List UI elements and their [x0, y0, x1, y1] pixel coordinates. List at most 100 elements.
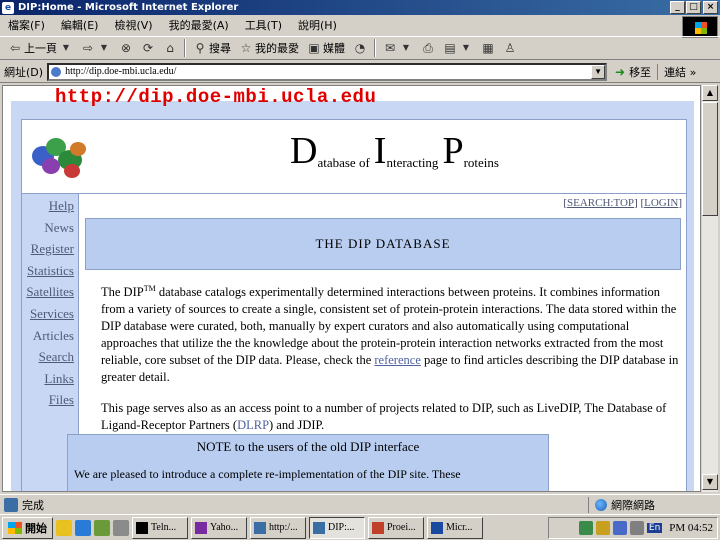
mail-icon: ✉	[384, 41, 396, 55]
window-title: DIP:Home - Microsoft Internet Explorer	[18, 2, 239, 13]
menu-edit[interactable]: 編輯(E)	[53, 17, 107, 33]
home-button[interactable]: ⌂	[159, 38, 181, 58]
quicklaunch-desktop-icon[interactable]	[113, 519, 129, 536]
minimize-button[interactable]: _	[670, 1, 685, 14]
url-annotation: http://dip.doe-mbi.ucla.edu	[55, 86, 377, 108]
menu-file[interactable]: 檔案(F)	[0, 17, 53, 33]
quicklaunch-explorer-icon[interactable]	[56, 519, 72, 536]
edit-page-icon: ▤	[444, 41, 456, 55]
close-button[interactable]: ×	[703, 1, 718, 14]
history-button[interactable]: ◔	[349, 38, 371, 58]
menu-help[interactable]: 說明(H)	[290, 17, 345, 33]
scrollbar-thumb[interactable]	[702, 102, 718, 216]
media-button[interactable]: ▣ 媒體	[303, 38, 349, 58]
media-label: 媒體	[323, 42, 345, 55]
chevron-up-icon: ▲	[706, 88, 714, 97]
quicklaunch-ie-icon[interactable]	[75, 519, 91, 536]
vertical-scrollbar[interactable]: ▲ ▼	[701, 85, 718, 492]
search-button[interactable]: ⚲ 搜尋	[189, 38, 235, 58]
start-label: 開始	[25, 521, 47, 535]
word-icon	[431, 521, 443, 534]
nav-news-link[interactable]: News	[44, 220, 74, 236]
task-microsoft[interactable]: Micr...	[427, 516, 483, 539]
desktop: e DIP:Home - Microsoft Internet Explorer…	[0, 0, 720, 540]
menu-view[interactable]: 檢視(V)	[106, 17, 160, 33]
ie-icon	[313, 521, 325, 534]
note-text: We are pleased to introduce a complete r…	[74, 467, 461, 481]
dip-database-banner: THE DIP DATABASE	[85, 218, 681, 270]
reference-link[interactable]: reference	[374, 353, 420, 367]
stop-button[interactable]: ⊗	[115, 38, 137, 58]
browser-viewport[interactable]: http://dip.doe-mbi.ucla.edu D atabase of…	[2, 85, 701, 492]
nav-articles-link[interactable]: Articles	[33, 328, 74, 344]
site-title: D atabase of I nteracting P roteins	[290, 130, 499, 172]
refresh-icon: ⟳	[142, 41, 154, 55]
search-top-link[interactable]: SEARCH:TOP	[567, 197, 634, 209]
menu-bar: 檔案(F) 編輯(E) 檢視(V) 我的最愛(A) 工具(T) 說明(H)	[0, 15, 720, 34]
volume-icon[interactable]	[595, 521, 610, 535]
address-input[interactable]: http://dip.doe-mbi.ucla.edu/ ▼	[47, 62, 608, 81]
window-title-bar[interactable]: e DIP:Home - Microsoft Internet Explorer…	[0, 0, 720, 15]
search-icon: ⚲	[195, 41, 205, 55]
back-arrow-icon: ⇦	[9, 41, 21, 55]
refresh-button[interactable]: ⟳	[137, 38, 159, 58]
clock[interactable]: PM 04:52	[669, 522, 713, 534]
go-button[interactable]: ➜ 移至	[607, 64, 657, 80]
messenger-icon[interactable]	[612, 521, 627, 535]
menu-favorites[interactable]: 我的最愛(A)	[161, 17, 237, 33]
internet-globe-icon	[595, 499, 607, 511]
address-dropdown-button[interactable]: ▼	[591, 64, 606, 79]
security-zone: 網際網路	[588, 497, 655, 513]
quicklaunch-outlook-icon[interactable]	[94, 519, 110, 536]
address-label: 網址(D)	[4, 65, 44, 79]
network-icon[interactable]	[578, 521, 593, 535]
task-dip[interactable]: DIP:...	[309, 516, 365, 539]
scroll-down-button[interactable]: ▼	[702, 474, 718, 490]
scroll-up-button[interactable]: ▲	[702, 85, 718, 101]
start-button[interactable]: 開始	[2, 516, 53, 539]
nav-satellites-link[interactable]: Satellites	[26, 284, 74, 300]
page-favicon-icon	[51, 66, 62, 77]
address-bar: 網址(D) http://dip.doe-mbi.ucla.edu/ ▼ ➜ 移…	[0, 61, 720, 83]
nav-files-link[interactable]: Files	[49, 392, 74, 408]
nav-links-link[interactable]: Links	[44, 371, 74, 387]
dropdown-arrow-icon: ▼	[62, 43, 70, 52]
history-icon: ◔	[354, 41, 366, 55]
powerpoint-icon	[372, 521, 384, 534]
standard-toolbar: ⇦ 上一頁 ▼ ⇨ ▼ ⊗ ⟳ ⌂ ⚲ 搜尋 ☆ 我的最愛 ▣ 媒體 ◔ ✉ ▼…	[0, 36, 720, 60]
edit-button[interactable]: ▤ ▼	[439, 38, 477, 58]
print-button[interactable]: ⎙	[417, 38, 439, 58]
language-indicator[interactable]: En	[646, 523, 663, 533]
nav-search-link[interactable]: Search	[39, 349, 74, 365]
task-telnet[interactable]: Teln...	[132, 516, 188, 539]
minimize-icon: _	[675, 2, 680, 12]
nav-statistics-link[interactable]: Statistics	[27, 263, 74, 279]
dlrp-link[interactable]: DLRP	[237, 418, 269, 432]
chevron-right-icon: »	[689, 65, 697, 79]
dropdown-arrow-icon: ▼	[100, 43, 108, 52]
banner-title: THE DIP DATABASE	[315, 236, 451, 251]
nav-register-link[interactable]: Register	[31, 241, 74, 257]
discuss-button[interactable]: ▦	[477, 38, 499, 58]
back-button[interactable]: ⇦ 上一頁 ▼	[4, 38, 77, 58]
task-http[interactable]: http:/...	[250, 516, 306, 539]
task-yahoo[interactable]: Yaho...	[191, 516, 247, 539]
forward-button[interactable]: ⇨ ▼	[77, 38, 115, 58]
task-protein[interactable]: Proei...	[368, 516, 424, 539]
links-button[interactable]: 連結 »	[657, 63, 697, 80]
favorites-button[interactable]: ☆ 我的最愛	[235, 38, 303, 58]
nav-services-link[interactable]: Services	[30, 306, 74, 322]
login-link[interactable]: LOGIN	[644, 197, 678, 209]
messenger-button[interactable]: ♙	[499, 38, 521, 58]
menu-tools[interactable]: 工具(T)	[237, 17, 290, 33]
system-tray: En PM 04:52	[548, 517, 718, 539]
maximize-button[interactable]: □	[686, 1, 701, 14]
yahoo-icon	[195, 521, 207, 534]
stop-icon: ⊗	[120, 41, 132, 55]
nav-help-link[interactable]: Help	[49, 198, 74, 214]
antivirus-icon[interactable]	[629, 521, 644, 535]
windows-logo-icon	[695, 22, 707, 34]
page-done-icon	[4, 497, 18, 512]
mail-button[interactable]: ✉ ▼	[379, 38, 417, 58]
toolbar-separator	[184, 39, 186, 57]
